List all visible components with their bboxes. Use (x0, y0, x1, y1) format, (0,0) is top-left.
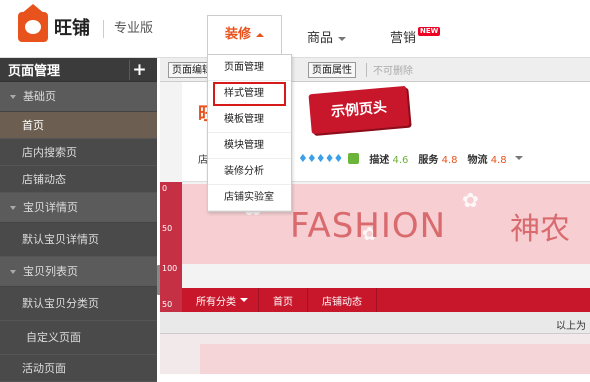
brand-logo[interactable]: 旺铺 (18, 4, 90, 42)
chevron-down-icon (338, 36, 347, 41)
nav-decorate[interactable]: 装修 (207, 15, 282, 55)
banner-text: FASHION (290, 206, 447, 246)
sidebar-item-custom[interactable]: 自定义页面 (0, 321, 157, 355)
menu-item-analytics[interactable]: 装修分析 (208, 159, 291, 185)
house-icon (18, 4, 48, 42)
new-badge: NEW (418, 27, 441, 36)
menu-item-page-manage[interactable]: 页面管理 (208, 55, 291, 81)
top-bar: 旺铺 专业版 商品 营销 NEW (0, 0, 590, 58)
rating-desc: 描述 4.6 (369, 154, 409, 166)
collapse-icon (10, 206, 16, 210)
nav-home[interactable]: 首页 (259, 293, 307, 308)
sidebar-item-feed[interactable]: 店铺动态 (0, 166, 157, 193)
flower-icon: ✿ (462, 188, 479, 212)
sidebar: 页面管理 + 基础页 首页 店内搜索页 店铺动态 宝贝详情页 默认宝贝详情页 宝… (0, 58, 157, 382)
add-page-button[interactable]: + (129, 59, 149, 80)
chevron-down-icon[interactable] (514, 156, 523, 160)
menu-item-module-manage[interactable]: 模块管理 (208, 133, 291, 159)
sidebar-item-home[interactable]: 首页 (0, 112, 157, 139)
sidebar-item-activity[interactable]: 活动页面 (0, 355, 157, 382)
menu-item-lab[interactable]: 店铺实验室 (208, 185, 291, 211)
brand-name: 旺铺 (54, 18, 90, 39)
sidebar-item-default-detail[interactable]: 默认宝贝详情页 (0, 223, 157, 257)
sidebar-header: 页面管理 + (0, 58, 157, 82)
sidebar-group-basic[interactable]: 基础页 (0, 82, 157, 112)
verified-icon (348, 152, 360, 164)
delete-disabled: 不可删除 (373, 66, 413, 77)
sidebar-group-list[interactable]: 宝贝列表页 (0, 257, 157, 287)
sidebar-group-detail[interactable]: 宝贝详情页 (0, 193, 157, 223)
page-props-button[interactable]: 页面属性 (308, 61, 356, 78)
diamond-icon: ♦♦♦♦♦ (298, 151, 343, 165)
menu-item-template-manage[interactable]: 模板管理 (208, 107, 291, 133)
collapse-icon (10, 270, 16, 274)
nav-goods[interactable]: 商品 (307, 27, 347, 46)
sidebar-title: 页面管理 (8, 64, 61, 79)
collapse-icon (10, 95, 16, 99)
nav-feed[interactable]: 店铺动态 (308, 293, 376, 308)
sidebar-item-default-category[interactable]: 默认宝贝分类页 (0, 287, 157, 321)
chevron-down-icon (240, 298, 248, 302)
vertical-ruler: 0 50 100 50 (160, 182, 182, 312)
rating-logistics: 物流 4.8 (467, 154, 507, 166)
content-area[interactable] (160, 334, 590, 374)
sidebar-item-search[interactable]: 店内搜索页 (0, 139, 157, 166)
banner-brand: 神农 (510, 212, 570, 247)
chevron-up-icon (256, 32, 264, 37)
nav-marketing[interactable]: 营销 NEW (390, 27, 441, 46)
rating-service: 服务 4.8 (418, 154, 458, 166)
shop-nav: 所有分类 首页 店铺动态 (182, 288, 590, 312)
sample-header-ribbon: 示例页头 (308, 85, 410, 135)
edit-page-button[interactable]: 页面编辑 (168, 61, 208, 78)
decorate-dropdown: 页面管理 样式管理 模板管理 模块管理 装修分析 店铺实验室 (207, 54, 292, 212)
edition-label: 专业版 (103, 20, 153, 38)
menu-item-style-manage[interactable]: 样式管理 (212, 81, 287, 107)
section-strip: 以上为 (160, 312, 590, 334)
